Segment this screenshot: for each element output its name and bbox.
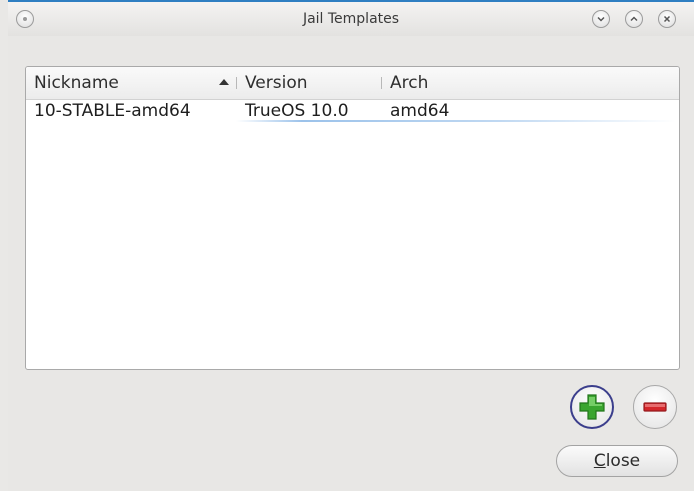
close-icon [663, 15, 671, 23]
close-window-button[interactable] [658, 10, 676, 28]
column-divider[interactable] [236, 77, 237, 89]
minus-icon [643, 402, 667, 412]
sort-ascending-icon [219, 79, 229, 85]
table-header: Nickname Version Arch [26, 67, 679, 100]
templates-table[interactable]: Nickname Version Arch 10-STABLE-amd64 Tr… [25, 66, 680, 370]
close-button[interactable]: Close [556, 445, 678, 477]
column-header-version[interactable]: Version [245, 67, 308, 99]
plus-icon [579, 394, 605, 420]
add-template-button[interactable] [570, 385, 614, 429]
column-header-arch[interactable]: Arch [390, 67, 428, 99]
remove-template-button[interactable] [633, 385, 677, 429]
column-divider[interactable] [381, 77, 382, 89]
close-button-label: lose [605, 451, 641, 471]
title-bar[interactable]: Jail Templates [8, 2, 694, 36]
close-button-mnemonic: C [593, 451, 606, 471]
column-header-nickname[interactable]: Nickname [34, 67, 119, 99]
jail-templates-window: Jail Templates Nickname Version Arch 10-… [8, 0, 694, 491]
maximize-button[interactable] [625, 10, 643, 28]
row-hover-highlight [236, 120, 676, 122]
cell-nickname: 10-STABLE-amd64 [34, 101, 191, 121]
minimize-button[interactable] [592, 10, 610, 28]
chevron-down-icon [597, 16, 605, 22]
chevron-up-icon [630, 16, 638, 22]
